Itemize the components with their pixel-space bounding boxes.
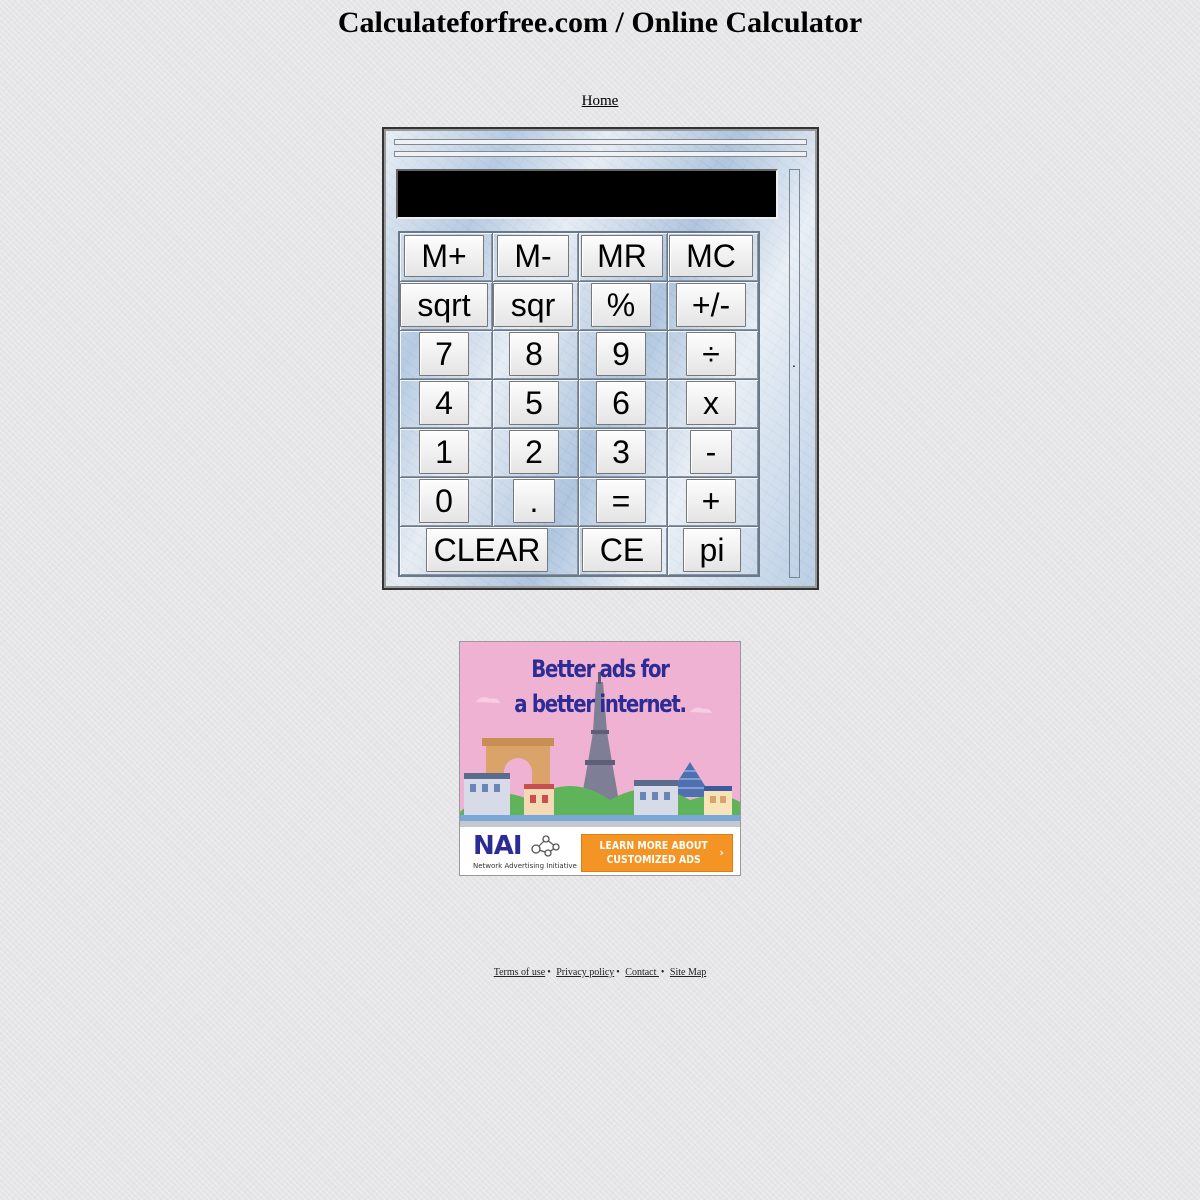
square-root-button[interactable]: sqrt <box>400 283 488 327</box>
digit-3-button[interactable]: 3 <box>596 430 646 474</box>
terms-of-use-link[interactable]: Terms of use <box>494 967 546 978</box>
contact-link[interactable]: Contact <box>625 967 659 978</box>
ad-headline-line-1: Better ads for <box>531 655 670 683</box>
clear-entry-button[interactable]: CE <box>582 528 662 572</box>
calculator: . M+ M- MR MC sqrt sqr % +/- 7 8 9 ÷ 4 5… <box>382 127 819 590</box>
learn-more-label: LEARN MORE ABOUT CUSTOMIZED ADS <box>599 839 708 866</box>
advertisement-banner[interactable]: Better ads for a better internet. NAI Ne… <box>459 641 741 876</box>
digit-8-button[interactable]: 8 <box>509 332 559 376</box>
equals-button[interactable]: = <box>596 479 646 523</box>
home-link-wrapper: Home <box>0 93 1200 110</box>
learn-more-button[interactable]: LEARN MORE ABOUT CUSTOMIZED ADS › <box>581 834 733 872</box>
calculator-second-strip <box>394 151 807 157</box>
calculator-keypad: M+ M- MR MC sqrt sqr % +/- 7 8 9 ÷ 4 5 6… <box>398 231 760 577</box>
digit-0-button[interactable]: 0 <box>419 479 469 523</box>
percent-button[interactable]: % <box>591 283 651 327</box>
digit-9-button[interactable]: 9 <box>596 332 646 376</box>
digit-7-button[interactable]: 7 <box>419 332 469 376</box>
nai-subtitle: Network Advertising Initiative <box>473 862 577 870</box>
footer-separator: • <box>547 967 551 978</box>
divide-button[interactable]: ÷ <box>686 332 736 376</box>
nai-logo: NAI <box>473 831 523 861</box>
digit-1-button[interactable]: 1 <box>419 430 469 474</box>
chevron-right-icon: › <box>719 846 724 859</box>
digit-4-button[interactable]: 4 <box>419 381 469 425</box>
ad-headline: Better ads for a better internet. <box>485 652 715 722</box>
add-button[interactable]: + <box>686 479 736 523</box>
memory-add-button[interactable]: M+ <box>404 235 484 277</box>
digit-5-button[interactable]: 5 <box>509 381 559 425</box>
digit-2-button[interactable]: 2 <box>509 430 559 474</box>
calculator-top-strip <box>394 139 807 145</box>
home-link[interactable]: Home <box>582 93 619 109</box>
calculator-side-column <box>789 169 800 578</box>
square-button[interactable]: sqr <box>493 283 573 327</box>
memory-recall-button[interactable]: MR <box>581 235 663 277</box>
digit-6-button[interactable]: 6 <box>596 381 646 425</box>
footer-separator: • <box>660 967 665 978</box>
clear-button[interactable]: CLEAR <box>426 528 548 572</box>
decimal-point-button[interactable]: . <box>513 479 555 523</box>
sign-toggle-button[interactable]: +/- <box>676 283 746 327</box>
page-title: Calculateforfree.com / Online Calculator <box>337 6 863 39</box>
footer-links: Terms of use • Privacy policy • Contact • … <box>0 967 1200 978</box>
memory-subtract-button[interactable]: M- <box>497 235 569 277</box>
ad-footer-bar: NAI Network Advertising Initiative LEARN… <box>460 827 740 875</box>
calculator-display[interactable] <box>396 169 778 219</box>
privacy-policy-link[interactable]: Privacy policy <box>556 967 614 978</box>
calculator-side-marker: . <box>792 354 796 370</box>
multiply-button[interactable]: x <box>686 381 736 425</box>
memory-clear-button[interactable]: MC <box>669 235 753 277</box>
footer-separator: • <box>616 967 620 978</box>
pi-button[interactable]: pi <box>683 528 741 572</box>
network-nodes-icon <box>531 835 560 857</box>
subtract-button[interactable]: - <box>690 430 732 474</box>
ad-headline-line-2: a better internet. <box>514 690 687 718</box>
site-map-link[interactable]: Site Map <box>670 967 706 978</box>
